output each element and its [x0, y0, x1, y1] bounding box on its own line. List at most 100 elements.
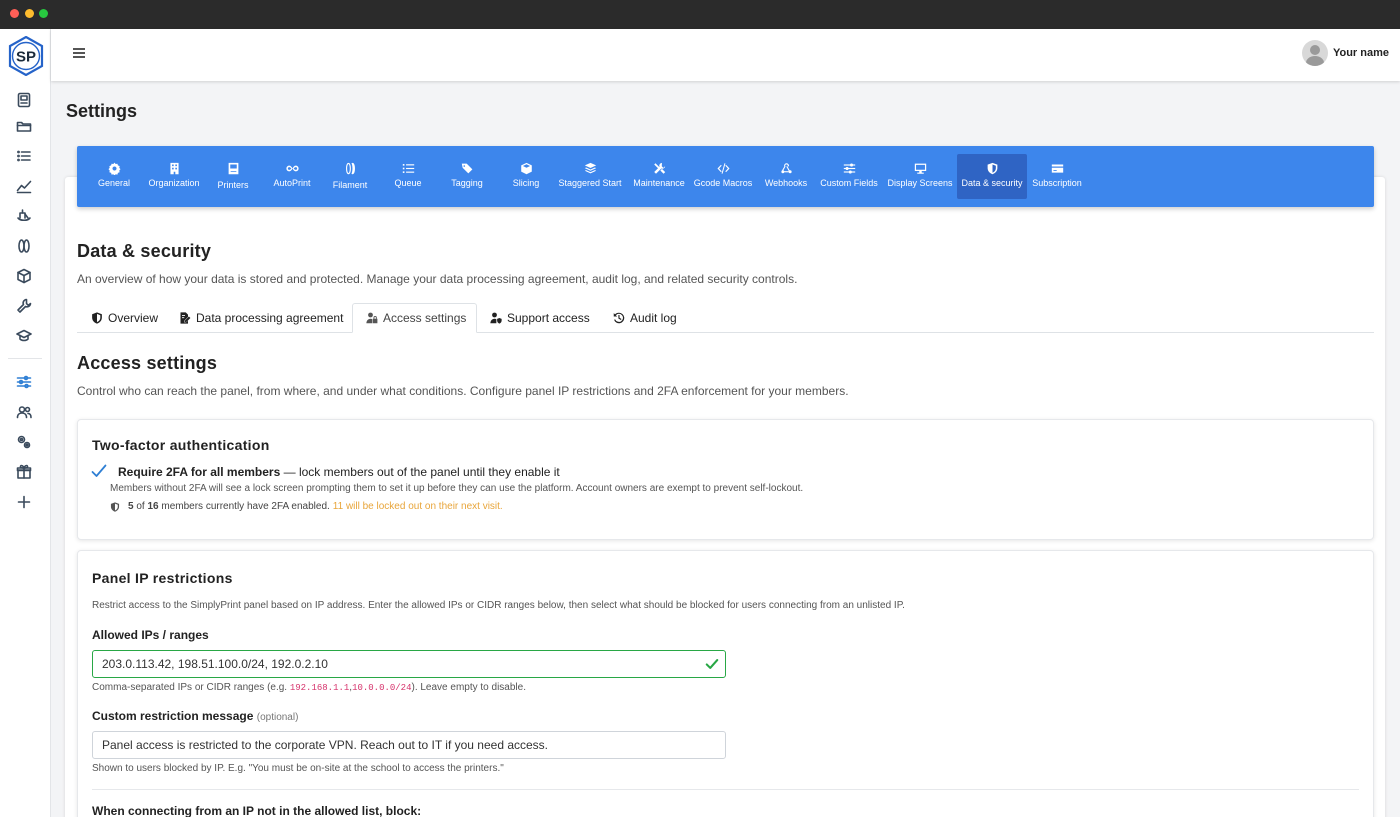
education-icon[interactable]	[13, 325, 35, 347]
settings-nav-slicing[interactable]: Slicing	[506, 154, 546, 199]
checkmark-icon	[91, 464, 107, 477]
two-factor-title: Two-factor authentication	[92, 437, 270, 453]
tools-icon	[653, 161, 666, 175]
page-title: Settings	[66, 101, 138, 121]
close-window-button[interactable]	[10, 9, 19, 18]
settings-nav-staggered-start[interactable]: Staggered Start	[557, 154, 623, 199]
tab-label: Data processing agreement	[196, 311, 344, 325]
allowed-ips-input[interactable]	[92, 650, 726, 678]
settings-nav-label: General	[97, 178, 131, 188]
cube-icon	[520, 161, 533, 175]
settings-nav-label: Subscription	[1032, 178, 1082, 188]
folder-icon[interactable]	[13, 115, 35, 137]
maximize-window-button[interactable]	[39, 9, 48, 18]
settings-nav-label: Organization	[148, 178, 200, 188]
require-2fa-help: Members without 2FA will see a lock scre…	[110, 483, 804, 494]
list-icon	[402, 161, 415, 175]
allowed-ips-label: Allowed IPs / ranges	[92, 628, 209, 642]
user-name: Your name	[1332, 47, 1389, 59]
settings-nav-data-security[interactable]: Data & security	[957, 154, 1027, 199]
settings-nav-label: Custom Fields	[820, 178, 878, 188]
allowed-ips-hint: Comma-separated IPs or CIDR ranges (e.g.…	[92, 682, 526, 693]
settings-nav-label: Queue	[394, 178, 422, 188]
require-2fa-label[interactable]: Require 2FA for all members — lock membe…	[118, 465, 560, 479]
user-shield-icon	[490, 312, 502, 324]
settings-nav-filament[interactable]: Filament	[329, 154, 371, 199]
optional-tag: (optional)	[256, 712, 299, 723]
tab-label: Support access	[507, 311, 590, 325]
settings-nav-general[interactable]: General	[92, 154, 136, 199]
shield-icon	[110, 501, 120, 512]
tab-access-settings[interactable]: Access settings	[352, 303, 477, 333]
webhook-icon	[780, 161, 793, 175]
printer-icon	[227, 161, 240, 175]
hint-code-example: 10.0.0.0/24	[352, 683, 412, 693]
users-icon[interactable]	[13, 401, 35, 423]
settings-nav-label: Data & security	[961, 178, 1023, 188]
settings-nav-display-screens[interactable]: Display Screens	[887, 154, 953, 199]
data-security-tabs: Overview Data processing agreement Acces…	[77, 303, 1374, 333]
statistics-chart-icon[interactable]	[13, 175, 35, 197]
settings-nav-gcode-macros[interactable]: Gcode Macros	[694, 154, 752, 199]
settings-nav-label: Maintenance	[633, 178, 685, 188]
tags-icon	[461, 161, 474, 175]
two-factor-panel: Two-factor authentication Require 2FA fo…	[77, 419, 1374, 540]
custom-message-hint: Shown to users blocked by IP. E.g. "You …	[92, 763, 504, 774]
tab-label: Overview	[108, 311, 159, 325]
integrations-gears-icon[interactable]	[13, 431, 35, 453]
settings-nav-printers[interactable]: Printers	[213, 154, 253, 199]
settings-nav-subscription[interactable]: Subscription	[1031, 154, 1083, 199]
access-settings-description: Control who can reach the panel, from wh…	[77, 384, 849, 398]
settings-nav-organization[interactable]: Organization	[145, 154, 203, 199]
menu-toggle-icon[interactable]	[72, 43, 88, 63]
maintenance-wrench-icon[interactable]	[13, 295, 35, 317]
credit-card-icon	[1051, 161, 1064, 175]
user-menu[interactable]: Your name	[1301, 40, 1389, 66]
infinity-icon	[285, 161, 299, 175]
ip-restrictions-title: Panel IP restrictions	[92, 570, 233, 586]
section-title: Data & security	[77, 241, 212, 261]
left-rail: SP	[0, 29, 51, 817]
of-text: of	[133, 501, 148, 512]
simplyprint-logo[interactable]: SP	[6, 35, 46, 77]
desktop-icon	[914, 161, 927, 175]
layers-icon	[584, 161, 597, 175]
gift-icon[interactable]	[13, 461, 35, 483]
settings-nav-maintenance[interactable]: Maintenance	[631, 154, 687, 199]
settings-nav-label: Staggered Start	[558, 178, 622, 188]
svg-text:SP: SP	[16, 49, 36, 66]
settings-nav-autoprint[interactable]: AutoPrint	[270, 154, 314, 199]
settings-nav-tagging[interactable]: Tagging	[446, 154, 488, 199]
ip-restrictions-description: Restrict access to the SimplyPrint panel…	[92, 600, 905, 611]
custom-message-input[interactable]	[92, 731, 726, 759]
rail-divider	[8, 358, 42, 359]
settings-nav-label: Slicing	[512, 178, 540, 188]
filament-icon[interactable]	[13, 235, 35, 257]
ip-restrictions-panel: Panel IP restrictions Restrict access to…	[77, 550, 1374, 817]
models-box-icon[interactable]	[13, 265, 35, 287]
require-2fa-checkbox[interactable]	[91, 464, 107, 478]
queue-list-icon[interactable]	[13, 145, 35, 167]
user-lock-icon	[366, 312, 378, 324]
printers-icon[interactable]	[13, 89, 35, 111]
settings-nav-queue[interactable]: Queue	[388, 154, 428, 199]
plus-icon[interactable]	[13, 491, 35, 513]
settings-nav-label: Filament	[332, 180, 368, 190]
tab-data-processing-agreement[interactable]: Data processing agreement	[179, 303, 343, 333]
tab-support-access[interactable]: Support access	[490, 303, 590, 333]
settings-sliders-icon[interactable]	[13, 371, 35, 393]
tab-overview[interactable]: Overview	[91, 303, 158, 333]
tab-audit-log[interactable]: Audit log	[613, 303, 677, 333]
settings-nav-label: Display Screens	[887, 178, 953, 188]
custom-message-label-text: Custom restriction message	[92, 709, 254, 723]
settings-nav-label: Gcode Macros	[693, 178, 753, 188]
shield-icon	[986, 161, 999, 175]
settings-nav-custom-fields[interactable]: Custom Fields	[820, 154, 878, 199]
sliders-icon	[843, 161, 856, 175]
minimize-window-button[interactable]	[25, 9, 34, 18]
status-text: members currently have 2FA enabled.	[158, 501, 330, 512]
custom-message-label: Custom restriction message (optional)	[92, 709, 298, 723]
settings-nav-webhooks[interactable]: Webhooks	[764, 154, 808, 199]
print-farm-icon[interactable]	[13, 205, 35, 227]
avatar	[1301, 40, 1328, 66]
